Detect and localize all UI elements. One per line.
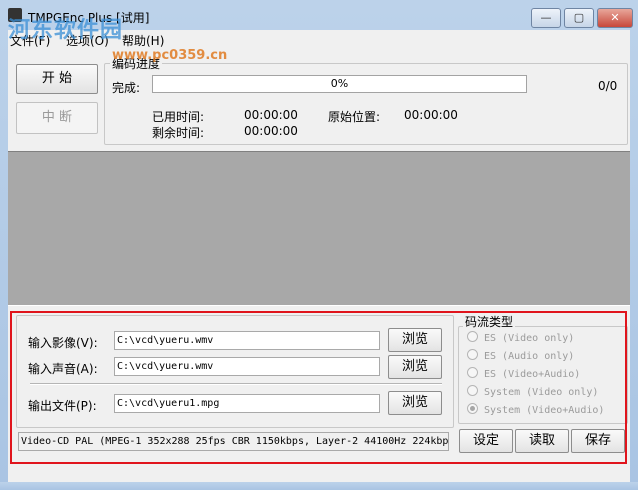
complete-label: 完成: (112, 81, 141, 95)
audio-input-field[interactable]: C:\vcd\yueru.wmv (114, 357, 380, 376)
window-frame-bottom (0, 482, 638, 490)
minimize-button[interactable]: — (531, 8, 561, 28)
settings-button[interactable]: 设定 (459, 429, 513, 453)
menu-help[interactable]: 帮助(H) (122, 32, 164, 49)
elapsed-value: 00:00:00 (244, 108, 298, 122)
remaining-value: 00:00:00 (244, 124, 298, 138)
stream-option-es-video-audio[interactable]: ES (Video+Audio) (467, 367, 580, 380)
radio-checked-icon (467, 403, 478, 414)
video-browse-button[interactable]: 浏览 (388, 328, 442, 352)
radio-icon (467, 349, 478, 360)
start-button[interactable]: 开 始 (16, 64, 98, 94)
radio-icon (467, 367, 478, 378)
progress-bar: 0% (152, 75, 527, 93)
video-input-field[interactable]: C:\vcd\yueru.wmv (114, 331, 380, 350)
maximize-button[interactable]: ▢ (564, 8, 594, 28)
radio-icon (467, 331, 478, 342)
load-button[interactable]: 读取 (515, 429, 569, 453)
stream-type-title: 码流类型 (463, 313, 516, 330)
progress-percent: 0% (330, 77, 349, 90)
watermark-url: www.pc0359.cn (112, 48, 228, 63)
app-window: TMPGEnc Plus [试用] — ▢ ✕ 文件(F) 选项(O) 帮助(H… (0, 0, 638, 490)
radio-icon (467, 385, 478, 396)
source-position-label: 原始位置: (328, 110, 381, 124)
save-button[interactable]: 保存 (571, 429, 625, 453)
audio-browse-button[interactable]: 浏览 (388, 355, 442, 379)
close-button[interactable]: ✕ (597, 8, 633, 28)
stream-option-system-video[interactable]: System (Video only) (467, 385, 598, 398)
remaining-label: 剩余时间: (152, 126, 205, 140)
preview-area (8, 151, 630, 306)
client-area: 文件(F) 选项(O) 帮助(H) 开 始 中 断 编码进度 完成: 0% 0/… (8, 30, 630, 482)
stream-option-es-audio[interactable]: ES (Audio only) (467, 349, 574, 362)
output-file-field[interactable]: C:\vcd\yueru1.mpg (114, 394, 380, 413)
output-file-label: 输出文件(P): (28, 399, 97, 413)
audio-input-label: 输入声音(A): (28, 362, 98, 376)
abort-button[interactable]: 中 断 (16, 102, 98, 134)
format-summary: Video-CD PAL (MPEG-1 352x288 25fps CBR 1… (18, 432, 449, 451)
watermark-logo: 河东软件园 (8, 18, 124, 43)
video-input-label: 输入影像(V): (28, 336, 98, 350)
elapsed-label: 已用时间: (152, 110, 205, 124)
stream-option-es-video[interactable]: ES (Video only) (467, 331, 574, 344)
output-browse-button[interactable]: 浏览 (388, 391, 442, 415)
stream-option-system-video-audio[interactable]: System (Video+Audio) (467, 403, 604, 416)
source-position-value: 00:00:00 (404, 108, 458, 122)
progress-count: 0/0 (598, 79, 618, 93)
file-separator (30, 383, 442, 385)
